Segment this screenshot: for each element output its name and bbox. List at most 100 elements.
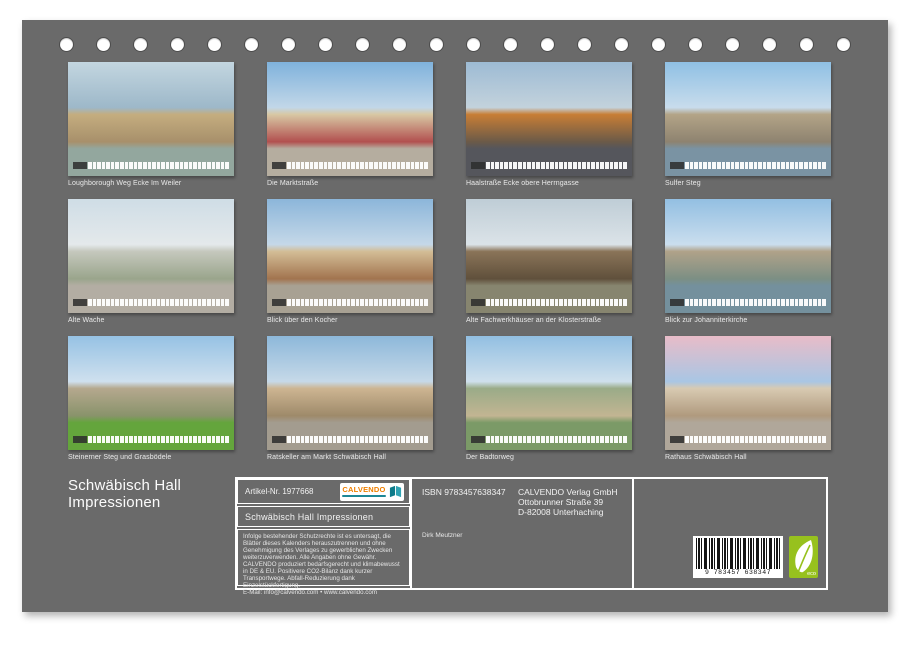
mini-calendar-day-cell	[568, 436, 572, 443]
month-caption: Loughborough Weg Ecke Im Weiler	[68, 180, 234, 188]
mini-calendar-day-cell	[726, 436, 730, 443]
mini-calendar-day-cell	[591, 299, 595, 306]
mini-calendar-day-cell	[296, 436, 300, 443]
mini-calendar-day-cell	[712, 162, 716, 169]
mini-calendar-day-cell	[767, 162, 771, 169]
mini-calendar-day-cell	[125, 299, 129, 306]
mini-calendar-day-cell	[401, 299, 405, 306]
binding-hole	[837, 38, 850, 51]
mini-calendar-day-cell	[379, 162, 383, 169]
binding-hole	[134, 38, 147, 51]
mini-calendar-day-cell	[207, 299, 211, 306]
mini-calendar-day-cell	[221, 299, 225, 306]
mini-calendar-day-cell	[310, 299, 314, 306]
month-thumbnail: Alte Fachwerkhäuser an der Klosterstraße	[466, 199, 632, 325]
binding-hole	[800, 38, 813, 51]
mini-calendar-day-cell	[614, 299, 618, 306]
mini-calendar-day-cell	[365, 299, 369, 306]
mini-calendar-day-cell	[369, 162, 373, 169]
month-caption: Ratskeller am Markt Schwäbisch Hall	[267, 454, 433, 462]
month-thumbnail: Blick zur Johanniterkirche	[665, 199, 831, 325]
mini-calendar-day-cell	[287, 436, 291, 443]
mini-calendar-day-cell	[777, 162, 781, 169]
mini-calendar-day-cell	[225, 436, 229, 443]
mini-calendar-strip	[73, 436, 229, 443]
mini-calendar-day-cell	[337, 436, 341, 443]
mini-calendar-day-cell	[221, 162, 225, 169]
mini-calendar-day-cell	[347, 162, 351, 169]
mini-calendar-day-cell	[523, 436, 527, 443]
mini-calendar-day-cell	[347, 299, 351, 306]
mini-calendar-day-cell	[735, 299, 739, 306]
mini-calendar-day-cell	[495, 162, 499, 169]
binding-hole	[208, 38, 221, 51]
mini-calendar-day-cell	[198, 436, 202, 443]
mini-calendar-day-cell	[591, 436, 595, 443]
mini-calendar-day-cell	[731, 299, 735, 306]
mini-calendar-day-cell	[310, 162, 314, 169]
mini-calendar-day-cell	[809, 436, 813, 443]
mini-calendar-day-cell	[555, 299, 559, 306]
mini-calendar-day-cell	[202, 299, 206, 306]
mini-calendar-day-cell	[712, 436, 716, 443]
mini-calendar-day-cell	[296, 299, 300, 306]
mini-calendar-day-cell	[129, 299, 133, 306]
mini-calendar-day-cell	[500, 299, 504, 306]
mini-calendar-day-cell	[138, 299, 142, 306]
mini-calendar-day-cell	[401, 436, 405, 443]
mini-calendar-day-cell	[379, 436, 383, 443]
mini-calendar-day-cell	[582, 436, 586, 443]
month-photo	[466, 336, 632, 450]
mini-calendar-day-cell	[111, 436, 115, 443]
mini-calendar-day-cell	[305, 299, 309, 306]
mini-calendar-day-cell	[582, 299, 586, 306]
mini-calendar-day-cell	[486, 162, 490, 169]
mini-calendar-day-cell	[619, 299, 623, 306]
binding-holes-row	[22, 38, 888, 51]
mini-calendar-day-cell	[795, 299, 799, 306]
mini-calendar-day-cell	[619, 162, 623, 169]
mini-calendar-strip	[73, 299, 229, 306]
mini-calendar-day-cell	[369, 436, 373, 443]
mini-calendar-day-cell	[111, 162, 115, 169]
mini-calendar-day-cell	[143, 162, 147, 169]
mini-calendar-day-cell	[717, 436, 721, 443]
mini-calendar-day-cell	[546, 162, 550, 169]
mini-calendar-day-cell	[578, 299, 582, 306]
mini-calendar-day-cell	[795, 436, 799, 443]
month-thumbnail: Blick über den Kocher	[267, 199, 433, 325]
mini-calendar-day-cell	[97, 299, 101, 306]
mini-calendar-day-cell	[690, 436, 694, 443]
mini-calendar-day-cell	[184, 299, 188, 306]
mini-calendar-strip	[670, 436, 826, 443]
mini-calendar-day-cell	[411, 162, 415, 169]
month-thumbnail: Steinerner Steg und Grasbödele	[68, 336, 234, 462]
mini-calendar-day-cell	[799, 162, 803, 169]
binding-hole	[615, 38, 628, 51]
mini-calendar-day-cell	[397, 162, 401, 169]
month-photo	[68, 336, 234, 450]
mini-calendar-day-cell	[717, 299, 721, 306]
mini-calendar-day-cell	[605, 436, 609, 443]
mini-calendar-month-label	[272, 299, 286, 306]
mini-calendar-day-cell	[699, 299, 703, 306]
binding-hole	[393, 38, 406, 51]
mini-calendar-day-cell	[745, 436, 749, 443]
mini-calendar-day-cell	[360, 162, 364, 169]
mini-calendar-strip	[471, 436, 627, 443]
calvendo-logo: CALVENDO	[340, 483, 404, 501]
mini-calendar-day-cell	[527, 299, 531, 306]
mini-calendar-day-cell	[754, 436, 758, 443]
mini-calendar-day-cell	[184, 436, 188, 443]
month-thumbnail: Ratskeller am Markt Schwäbisch Hall	[267, 336, 433, 462]
mini-calendar-day-cell	[111, 299, 115, 306]
mini-calendar-day-cell	[486, 299, 490, 306]
mini-calendar-day-cell	[596, 299, 600, 306]
mini-calendar-day-cell	[822, 162, 826, 169]
calvendo-book-icon	[389, 485, 402, 498]
mini-calendar-day-cell	[424, 299, 428, 306]
binding-hole	[504, 38, 517, 51]
mini-calendar-day-cell	[216, 162, 220, 169]
mini-calendar-day-cell	[703, 162, 707, 169]
mini-calendar-day-cell	[573, 436, 577, 443]
